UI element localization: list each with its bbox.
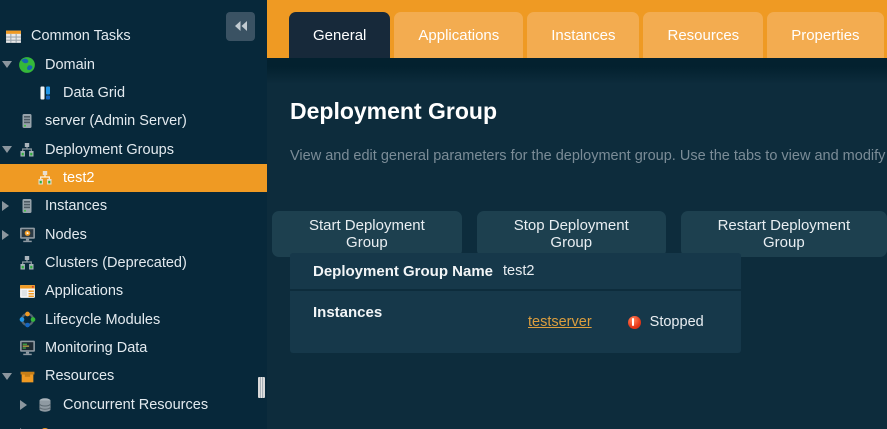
table-row-name: Deployment Group Name test2	[290, 253, 741, 289]
sidebar-item-monitoring-data[interactable]: Monitoring Data	[0, 334, 267, 362]
sidebar-item-label: server (Admin Server)	[45, 113, 187, 129]
connector-icon	[36, 424, 54, 429]
sidebar-item-label: Lifecycle Modules	[45, 312, 160, 328]
stopped-status-icon	[628, 316, 641, 329]
sidebar-item-label: Resources	[45, 368, 114, 384]
page-title: Deployment Group	[290, 98, 497, 125]
applications-icon	[18, 283, 36, 300]
sidebar-item-nodes[interactable]: Nodes	[0, 220, 267, 248]
admin-console: Common Tasks Domain Data Grid	[0, 0, 887, 429]
sidebar-item-concurrent-resources[interactable]: Concurrent Resources	[0, 390, 267, 418]
sidebar-item-clusters[interactable]: Clusters (Deprecated)	[0, 249, 267, 277]
tab-general[interactable]: General	[289, 12, 390, 58]
cluster-icon	[18, 141, 36, 158]
sidebar-item-server-admin[interactable]: server (Admin Server)	[0, 107, 267, 135]
sidebar-item-label: Applications	[45, 283, 123, 299]
instance-status-text: Stopped	[650, 314, 704, 330]
start-deployment-group-button[interactable]: Start Deployment Group	[272, 211, 462, 257]
cluster-icon	[18, 254, 36, 271]
sidebar-item-data-grid[interactable]: Data Grid	[0, 79, 267, 107]
tab-bar: General Applications Instances Resources…	[267, 0, 887, 58]
lifecycle-icon	[18, 311, 36, 328]
sidebar-item-deployment-groups[interactable]: Deployment Groups	[0, 135, 267, 163]
server-icon	[18, 113, 36, 130]
sidebar-resize-handle[interactable]	[258, 377, 265, 398]
deployment-group-name-label: Deployment Group Name	[290, 263, 503, 280]
restart-deployment-group-button[interactable]: Restart Deployment Group	[681, 211, 887, 257]
instance-link-testserver[interactable]: testserver	[528, 314, 592, 330]
sidebar-item-label: Instances	[45, 198, 107, 214]
stop-deployment-group-button[interactable]: Stop Deployment Group	[477, 211, 666, 257]
action-buttons: Start Deployment Group Stop Deployment G…	[272, 211, 887, 257]
sidebar-item-label: Concurrent Resources	[63, 397, 208, 413]
tasks-table-icon	[4, 28, 22, 45]
sidebar-item-label: Clusters (Deprecated)	[45, 255, 187, 271]
tab-properties[interactable]: Properties	[767, 12, 883, 58]
sidebar-item-resources[interactable]: Resources	[0, 362, 267, 390]
caret-right-icon[interactable]	[2, 230, 18, 240]
caret-down-icon[interactable]	[2, 146, 18, 153]
database-icon	[36, 396, 54, 413]
instance-cell: testserver Stopped	[528, 291, 704, 353]
sidebar-item-label: test2	[63, 170, 94, 186]
main-panel: General Applications Instances Resources…	[267, 0, 887, 429]
caret-right-icon[interactable]	[20, 400, 36, 410]
sidebar-item-cut-off[interactable]	[0, 419, 267, 429]
caret-down-icon[interactable]	[2, 61, 18, 68]
sidebar-collapse-button[interactable]	[226, 12, 255, 41]
deployment-group-details-table: Deployment Group Name test2 Instances te…	[290, 253, 741, 353]
monitoring-icon	[18, 339, 36, 356]
sidebar-item-lifecycle-modules[interactable]: Lifecycle Modules	[0, 305, 267, 333]
caret-down-icon[interactable]	[2, 373, 18, 380]
sidebar-item-test2[interactable]: test2	[0, 164, 267, 192]
tab-resources[interactable]: Resources	[643, 12, 763, 58]
sidebar: Common Tasks Domain Data Grid	[0, 0, 267, 429]
sidebar-item-label: Monitoring Data	[45, 340, 147, 356]
sidebar-item-label: Domain	[45, 57, 95, 73]
navigation-tree: Common Tasks Domain Data Grid	[0, 0, 267, 429]
cluster-icon	[36, 169, 54, 186]
sidebar-item-domain[interactable]: Domain	[0, 50, 267, 78]
instances-label: Instances	[290, 304, 503, 321]
table-row-instances: Instances testserver Stopped	[290, 291, 741, 353]
caret-right-icon[interactable]	[2, 201, 18, 211]
tab-applications[interactable]: Applications	[394, 12, 523, 58]
page-description: View and edit general parameters for the…	[290, 148, 887, 164]
content-area: Deployment Group View and edit general p…	[267, 58, 887, 429]
sidebar-item-instances[interactable]: Instances	[0, 192, 267, 220]
tab-instances[interactable]: Instances	[527, 12, 639, 58]
sidebar-item-label: Data Grid	[63, 85, 125, 101]
sidebar-item-label: Common Tasks	[31, 28, 131, 44]
sidebar-item-applications[interactable]: Applications	[0, 277, 267, 305]
sidebar-item-label: Deployment Groups	[45, 142, 174, 158]
sidebar-item-label: Nodes	[45, 227, 87, 243]
server-icon	[18, 198, 36, 215]
node-monitor-icon	[18, 226, 36, 243]
globe-icon	[18, 56, 36, 73]
deployment-group-name-value: test2	[503, 263, 534, 279]
double-chevron-left-icon	[234, 19, 248, 34]
data-grid-icon	[36, 84, 54, 101]
resources-box-icon	[18, 368, 36, 385]
